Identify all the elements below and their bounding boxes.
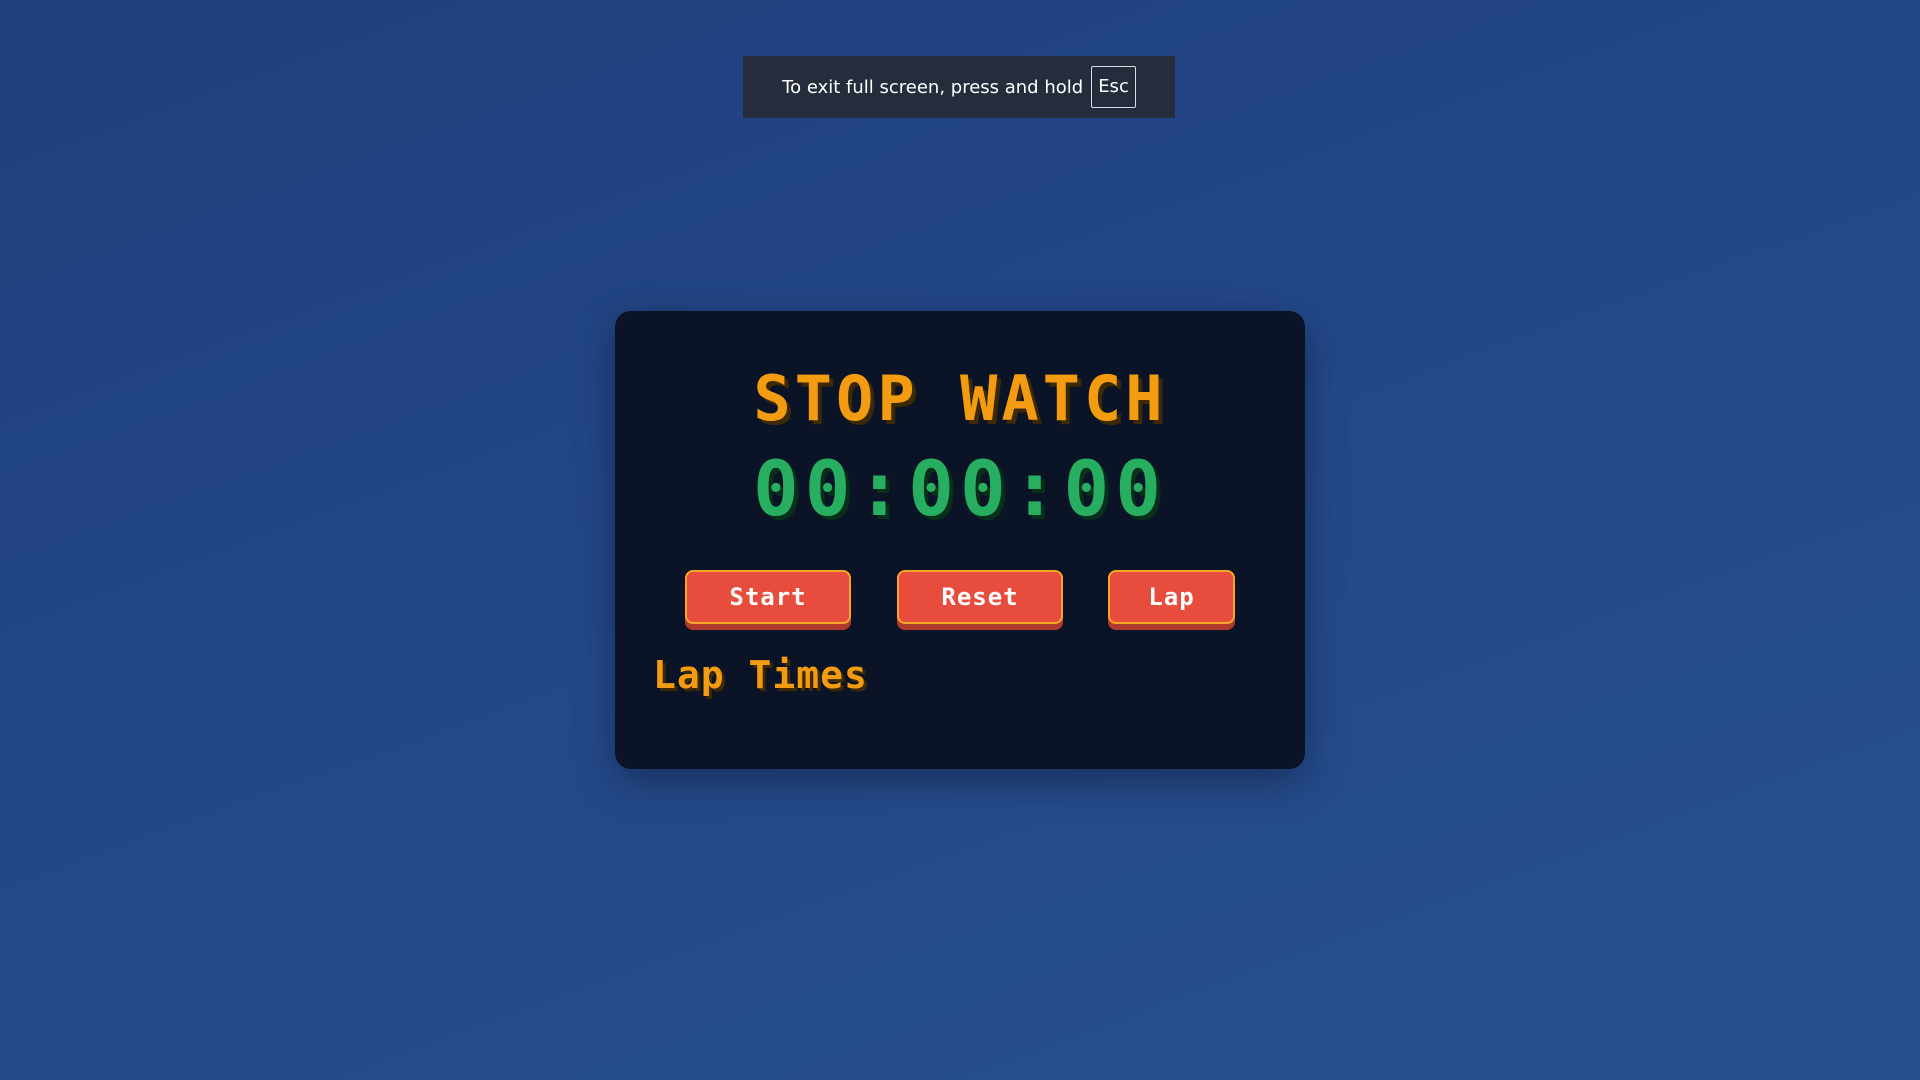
lap-times-heading: Lap Times <box>653 653 868 697</box>
time-display: 00:00:00 <box>752 444 1168 533</box>
stopwatch-panel: STOP WATCH 00:00:00 Start Reset Lap Lap … <box>615 311 1305 769</box>
stopwatch-title: STOP WATCH <box>753 362 1167 435</box>
reset-button[interactable]: Reset <box>897 570 1063 624</box>
fullscreen-notice-text: To exit full screen, press and hold <box>782 76 1084 98</box>
fullscreen-exit-notice: To exit full screen, press and hold Esc <box>743 56 1175 118</box>
start-button[interactable]: Start <box>685 570 851 624</box>
lap-button[interactable]: Lap <box>1108 570 1235 624</box>
control-buttons: Start Reset Lap <box>615 570 1305 630</box>
esc-key-hint: Esc <box>1091 66 1136 108</box>
